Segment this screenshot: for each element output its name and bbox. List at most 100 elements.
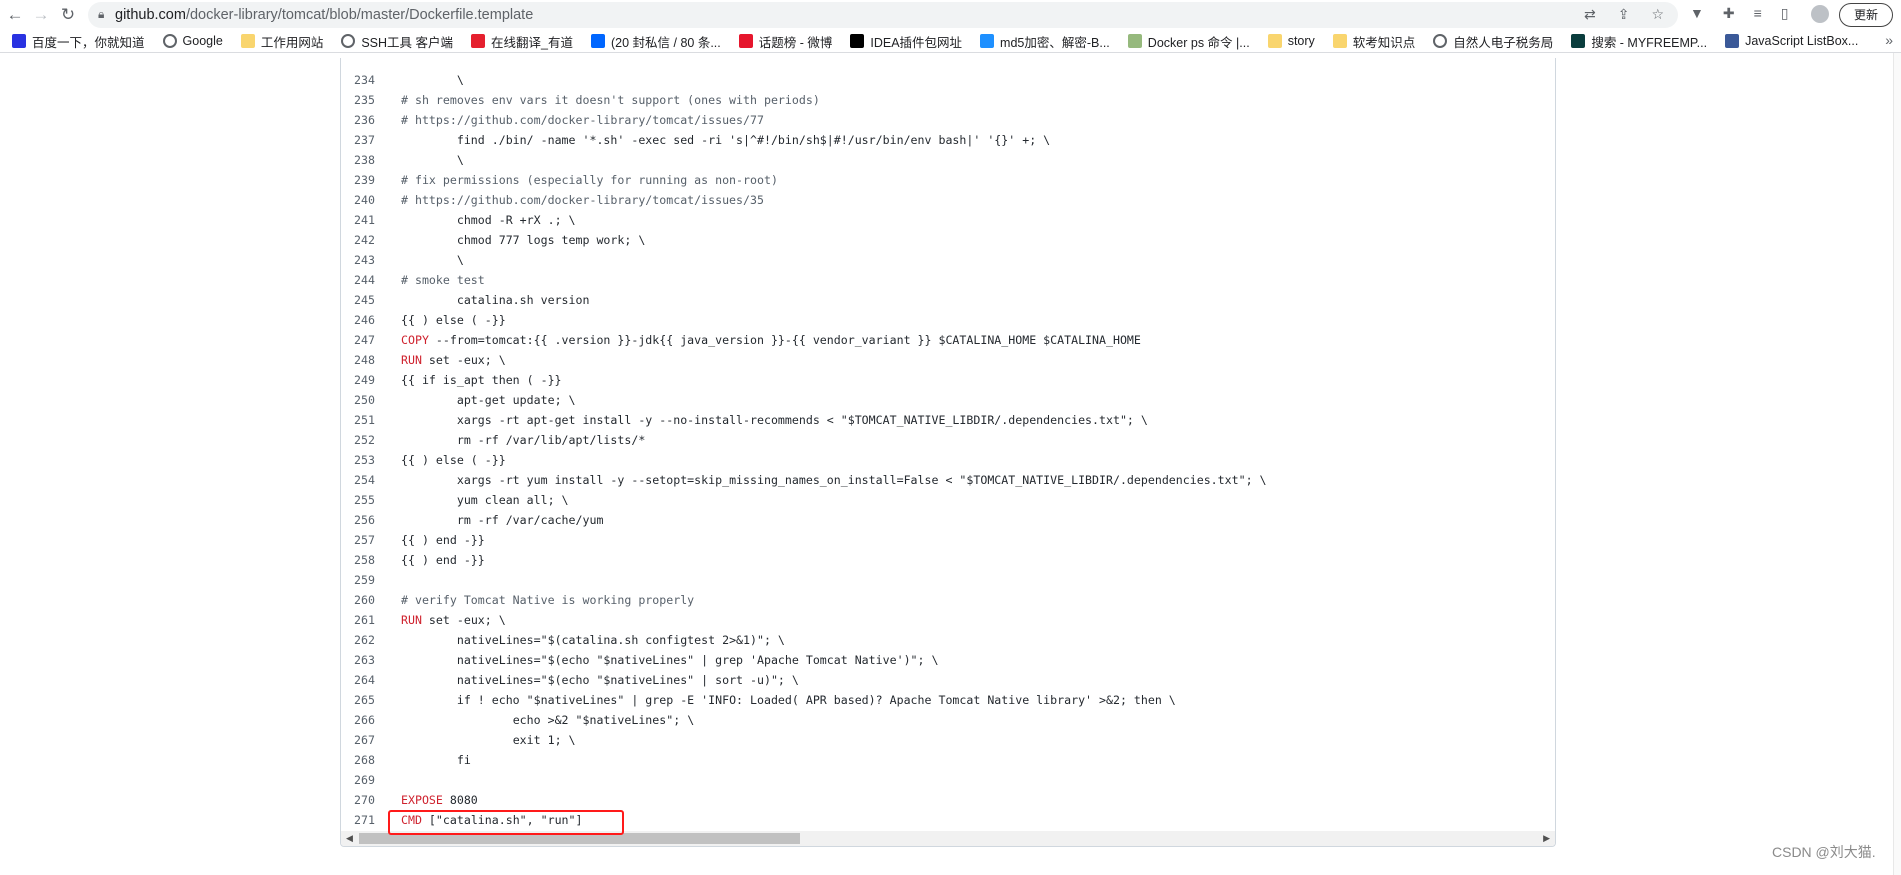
line-number[interactable]: 254: [341, 470, 375, 490]
bookmark-item[interactable]: 搜索 - MYFREEMP...: [1571, 32, 1707, 51]
bookmark-item[interactable]: Google: [162, 34, 223, 48]
dockerfile-keyword: RUN: [401, 353, 422, 367]
bookmark-item[interactable]: story: [1267, 34, 1315, 48]
bookmark-item[interactable]: 自然人电子税务局: [1433, 32, 1553, 51]
line-number[interactable]: 241: [341, 210, 375, 230]
line-number[interactable]: 261: [341, 610, 375, 630]
url-text[interactable]: github.com/docker-library/tomcat/blob/ma…: [115, 7, 533, 23]
bookmark-label: 在线翻译_有道: [491, 35, 573, 50]
bookmark-label: Google: [182, 34, 223, 48]
bookmark-item[interactable]: 百度一下，你就知道: [12, 32, 145, 51]
line-number[interactable]: 240: [341, 190, 375, 210]
code-line: 246 {{ ) else ( -}}: [341, 310, 1555, 330]
code-content: echo >&2 "$nativeLines"; \: [401, 713, 695, 727]
code-line: 236 # https://github.com/docker-library/t…: [341, 110, 1555, 130]
line-number[interactable]: 271: [341, 810, 375, 830]
share-icon[interactable]: ⇪: [1618, 6, 1630, 23]
bookmark-item[interactable]: JavaScript ListBox...: [1725, 34, 1858, 48]
line-number[interactable]: 266: [341, 710, 375, 730]
bookmark-item[interactable]: md5加密、解密-B...: [980, 32, 1110, 51]
translate-icon[interactable]: ⇄: [1584, 6, 1596, 23]
bookmark-item[interactable]: (20 封私信 / 80 条...: [590, 32, 721, 51]
line-number[interactable]: 243: [341, 250, 375, 270]
line-number[interactable]: 255: [341, 490, 375, 510]
line-number[interactable]: 238: [341, 150, 375, 170]
code-content: {{ ) end -}}: [401, 533, 485, 547]
reading-list-icon[interactable]: ≡: [1754, 5, 1762, 22]
line-number[interactable]: 268: [341, 750, 375, 770]
bookmark-item[interactable]: Docker ps 命令 |...: [1127, 32, 1250, 51]
line-number[interactable]: 265: [341, 690, 375, 710]
line-number[interactable]: 247: [341, 330, 375, 350]
code-content: # https://github.com/docker-library/tomc…: [401, 113, 764, 127]
bookmark-label: 百度一下，你就知道: [32, 35, 145, 50]
code-content: apt-get update; \: [401, 393, 576, 407]
baidu-paw-icon: [12, 34, 26, 48]
line-number[interactable]: 264: [341, 670, 375, 690]
code-content: nativeLines="$(echo "$nativeLines" | gre…: [401, 653, 939, 667]
line-number[interactable]: 250: [341, 390, 375, 410]
line-number[interactable]: 257: [341, 530, 375, 550]
bookmark-item[interactable]: 软考知识点: [1332, 32, 1415, 51]
line-number[interactable]: 237: [341, 130, 375, 150]
code-text: apt-get update; \: [401, 390, 576, 410]
bookmark-item[interactable]: IDEA插件包网址: [850, 32, 962, 51]
line-number[interactable]: 269: [341, 770, 375, 790]
line-number[interactable]: 245: [341, 290, 375, 310]
line-number[interactable]: 256: [341, 510, 375, 530]
code-text: nativeLines="$(catalina.sh configtest 2>…: [401, 630, 785, 650]
code-text: {{ ) end -}}: [401, 550, 485, 570]
update-button[interactable]: 更新: [1839, 3, 1893, 27]
line-number[interactable]: 235: [341, 90, 375, 110]
code-line: 265 if ! echo "$nativeLines" | grep -E '…: [341, 690, 1555, 710]
bookmark-item[interactable]: 在线翻译_有道: [471, 32, 573, 51]
line-number[interactable]: 267: [341, 730, 375, 750]
bookmark-item[interactable]: 话题榜 - 微博: [738, 32, 832, 51]
line-number[interactable]: 244: [341, 270, 375, 290]
forward-button[interactable]: →: [30, 4, 52, 26]
side-panel-icon[interactable]: ▯: [1781, 5, 1789, 22]
code-text: chmod 777 logs temp work; \: [401, 230, 645, 250]
profile-avatar[interactable]: [1811, 5, 1829, 23]
line-number[interactable]: 248: [341, 350, 375, 370]
scroll-left-icon[interactable]: ◀: [346, 831, 353, 846]
line-number[interactable]: 263: [341, 650, 375, 670]
code-line: 263 nativeLines="$(echo "$nativeLines" |…: [341, 650, 1555, 670]
line-number[interactable]: 259: [341, 570, 375, 590]
extension-v-icon[interactable]: ▼: [1690, 5, 1704, 22]
line-number[interactable]: 246: [341, 310, 375, 330]
line-number[interactable]: 260: [341, 590, 375, 610]
line-number[interactable]: 251: [341, 410, 375, 430]
address-bar[interactable]: 🔒︎ github.com/docker-library/tomcat/blob…: [88, 2, 1678, 28]
code-content: {{ ) else ( -}}: [401, 313, 506, 327]
reload-button[interactable]: ↻: [57, 4, 79, 26]
extensions-puzzle-icon[interactable]: ✚: [1723, 5, 1735, 22]
code-text: rm -rf /var/cache/yum: [401, 510, 604, 530]
line-number[interactable]: 258: [341, 550, 375, 570]
back-button[interactable]: ←: [4, 4, 26, 26]
code-text: RUN set -eux; \: [401, 610, 506, 630]
line-number[interactable]: 262: [341, 630, 375, 650]
bookmark-label: SSH工具 客户端: [361, 35, 454, 50]
code-text: chmod -R +rX .; \: [401, 210, 576, 230]
line-number[interactable]: 270: [341, 790, 375, 810]
globe-icon: [341, 34, 356, 48]
vertical-scrollbar[interactable]: [1893, 53, 1901, 875]
bookmark-item[interactable]: SSH工具 客户端: [341, 32, 453, 51]
more-bookmarks-icon[interactable]: »: [1885, 32, 1893, 48]
line-number[interactable]: 236: [341, 110, 375, 130]
line-number[interactable]: 239: [341, 170, 375, 190]
bookmark-star-icon[interactable]: ☆: [1651, 6, 1664, 23]
code-content: if ! echo "$nativeLines" | grep -E 'INFO…: [401, 693, 1176, 707]
code-content: catalina.sh version: [401, 293, 590, 307]
line-number[interactable]: 242: [341, 230, 375, 250]
url-path: /docker-library/tomcat/blob/master/Docke…: [185, 7, 534, 23]
line-number[interactable]: 249: [341, 370, 375, 390]
scroll-right-icon[interactable]: ▶: [1543, 831, 1550, 846]
code-text: \: [401, 150, 464, 170]
bookmark-item[interactable]: 工作用网站: [240, 32, 323, 51]
line-number[interactable]: 253: [341, 450, 375, 470]
line-number[interactable]: 252: [341, 430, 375, 450]
line-number[interactable]: 234: [341, 70, 375, 90]
code-text: yum clean all; \: [401, 490, 569, 510]
